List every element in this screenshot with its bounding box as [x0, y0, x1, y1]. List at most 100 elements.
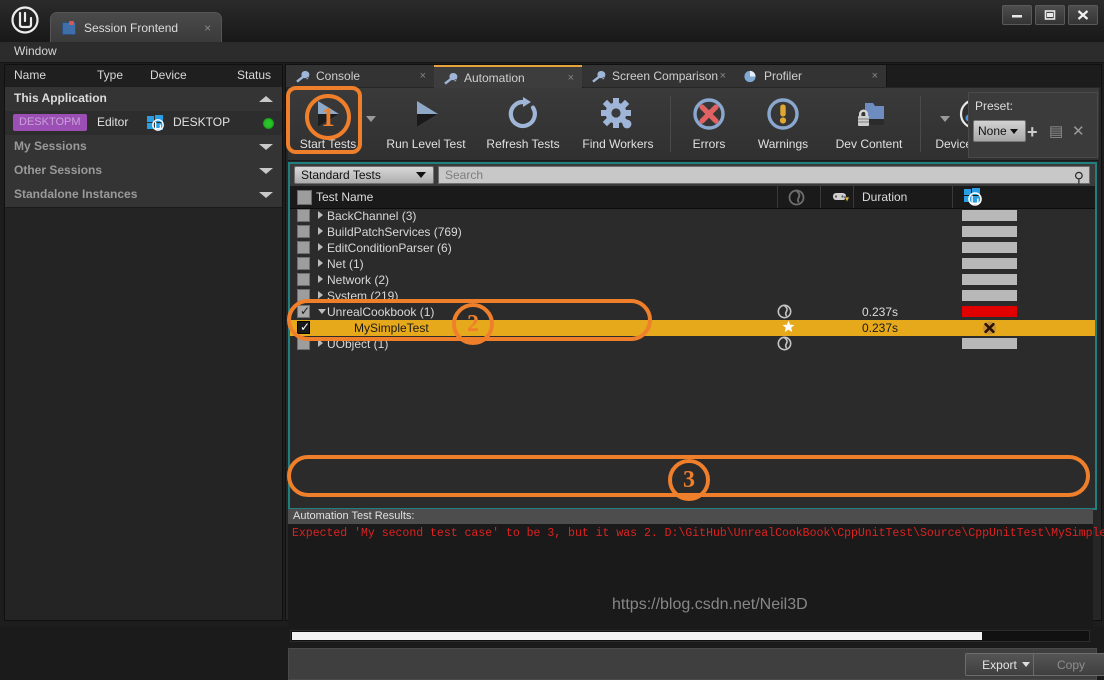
- column-header-device: Device: [150, 68, 187, 82]
- unreal-engine-logo-icon: [8, 4, 42, 36]
- refresh-tests-button[interactable]: Refresh Tests: [476, 90, 570, 158]
- session-group-label: Other Sessions: [14, 163, 102, 177]
- chevron-right-icon[interactable]: [318, 227, 323, 235]
- column-header-status: Status: [237, 68, 271, 82]
- session-browser-panel: Name Type Device Status This Application…: [4, 64, 283, 621]
- row-checkbox[interactable]: [297, 289, 310, 302]
- menu-item-window[interactable]: Window: [14, 44, 57, 58]
- session-group-standalone-instances[interactable]: Standalone Instances: [5, 183, 282, 208]
- session-row-desktop[interactable]: DESKTOPM Editor DESKTOP: [5, 111, 282, 136]
- table-row[interactable]: UObject (1): [290, 336, 1095, 352]
- chevron-down-icon[interactable]: [259, 168, 273, 174]
- search-input[interactable]: Search ⚲: [438, 166, 1090, 184]
- row-checkbox[interactable]: [297, 225, 310, 238]
- session-frontend-window: Session Frontend × Window Name Type Devi…: [0, 0, 1104, 627]
- chevron-right-icon[interactable]: [318, 275, 323, 283]
- tab-label: Profiler: [764, 69, 802, 83]
- row-checkbox[interactable]: [297, 273, 310, 286]
- maximize-button[interactable]: [1035, 5, 1065, 25]
- session-device-name: DESKTOP: [173, 115, 230, 129]
- tab-profiler[interactable]: Profiler ×: [734, 65, 887, 87]
- chevron-right-icon[interactable]: [318, 211, 323, 219]
- windows-ue-icon: [962, 187, 988, 210]
- close-icon[interactable]: ×: [872, 70, 878, 82]
- warnings-label: Warnings: [744, 137, 822, 151]
- test-name-label: BuildPatchServices (769): [327, 224, 462, 240]
- close-icon[interactable]: ×: [568, 72, 574, 84]
- table-row[interactable]: Network (2): [290, 272, 1095, 288]
- search-icon[interactable]: ⚲: [1074, 169, 1084, 186]
- chevron-right-icon[interactable]: [318, 243, 323, 251]
- wrench-icon: [295, 70, 310, 83]
- row-checkbox[interactable]: [297, 241, 310, 254]
- session-group-this-application[interactable]: This Application: [5, 87, 282, 112]
- toolbar-separator: [920, 96, 921, 152]
- copy-button[interactable]: Copy: [1033, 653, 1104, 676]
- session-group-my-sessions[interactable]: My Sessions: [5, 135, 282, 160]
- test-name-label: EditConditionParser (6): [327, 240, 452, 256]
- row-checkbox[interactable]: [297, 257, 310, 270]
- row-checkbox[interactable]: ✓: [297, 321, 310, 334]
- refresh-icon: [503, 96, 543, 132]
- column-header-duration: Duration: [862, 190, 907, 204]
- row-checkbox[interactable]: ✓: [297, 305, 310, 318]
- chevron-down-icon[interactable]: [259, 144, 273, 150]
- platform-result-bar: [962, 226, 1017, 237]
- tab-screen-comparison[interactable]: Screen Comparison ×: [582, 65, 735, 87]
- copy-label: Copy: [1057, 658, 1085, 672]
- table-row[interactable]: Net (1): [290, 256, 1095, 272]
- column-header-test-name: Test Name: [316, 190, 373, 204]
- preset-delete-button[interactable]: ✕: [1072, 122, 1085, 140]
- row-checkbox[interactable]: [297, 337, 310, 350]
- chevron-up-icon[interactable]: [259, 96, 273, 102]
- smoke-test-icon[interactable]: [788, 189, 805, 209]
- table-row[interactable]: ✓UnrealCookbook (1)0.237s: [290, 304, 1095, 320]
- platform-result-bar: [962, 306, 1017, 317]
- chevron-down-icon: [416, 172, 426, 178]
- run-level-test-button[interactable]: Run Level Test: [378, 90, 474, 158]
- scrollbar-thumb[interactable]: [292, 632, 982, 640]
- find-workers-label: Find Workers: [572, 137, 664, 151]
- close-icon[interactable]: ×: [720, 70, 726, 82]
- dev-content-toggle-button[interactable]: Dev Content: [824, 90, 914, 158]
- select-all-checkbox[interactable]: [297, 190, 312, 205]
- row-checkbox[interactable]: [297, 209, 310, 222]
- chevron-down-icon[interactable]: [259, 192, 273, 198]
- table-row[interactable]: ✓MySimpleTest0.237s: [290, 320, 1095, 336]
- device-warning-icon[interactable]: [832, 189, 851, 208]
- test-name-label: Network (2): [327, 272, 389, 288]
- find-workers-button[interactable]: Find Workers: [572, 90, 664, 158]
- tab-console[interactable]: Console ×: [286, 65, 435, 87]
- preset-value: None: [978, 124, 1007, 138]
- warnings-toggle-button[interactable]: Warnings: [744, 90, 822, 158]
- results-footer: Export Copy: [288, 648, 1097, 680]
- annotation-number-2: 2: [452, 303, 494, 345]
- chevron-right-icon[interactable]: [318, 291, 323, 299]
- table-row[interactable]: EditConditionParser (6): [290, 240, 1095, 256]
- test-name-label: Net (1): [327, 256, 364, 272]
- preset-save-button[interactable]: ▤: [1049, 122, 1063, 140]
- preset-select[interactable]: None: [973, 120, 1026, 142]
- preset-add-button[interactable]: +: [1027, 122, 1038, 143]
- results-horizontal-scrollbar[interactable]: [290, 630, 1090, 642]
- test-set-select[interactable]: Standard Tests: [294, 166, 434, 184]
- window-tab-session-frontend[interactable]: Session Frontend ×: [50, 12, 222, 43]
- close-icon[interactable]: ×: [420, 70, 426, 82]
- device-groups-dropdown-icon[interactable]: [940, 116, 950, 122]
- document-tab-strip: Console × Automation × Screen Comparison…: [286, 65, 1101, 87]
- lock-folder-icon: [849, 96, 889, 132]
- table-row[interactable]: System (219): [290, 288, 1095, 304]
- chevron-right-icon[interactable]: [318, 339, 323, 347]
- chevron-down-icon[interactable]: [318, 309, 326, 314]
- close-button[interactable]: [1068, 5, 1098, 25]
- error-result-line[interactable]: Expected 'My second test case' to be 3, …: [292, 527, 1104, 540]
- close-icon[interactable]: ×: [204, 21, 211, 35]
- errors-toggle-button[interactable]: Errors: [676, 90, 742, 158]
- start-tests-dropdown-icon[interactable]: [366, 116, 376, 122]
- tab-automation[interactable]: Automation ×: [434, 65, 583, 89]
- session-group-other-sessions[interactable]: Other Sessions: [5, 159, 282, 184]
- table-row[interactable]: BackChannel (3): [290, 208, 1095, 224]
- table-row[interactable]: BuildPatchServices (769): [290, 224, 1095, 240]
- chevron-right-icon[interactable]: [318, 259, 323, 267]
- minimize-button[interactable]: [1002, 5, 1032, 25]
